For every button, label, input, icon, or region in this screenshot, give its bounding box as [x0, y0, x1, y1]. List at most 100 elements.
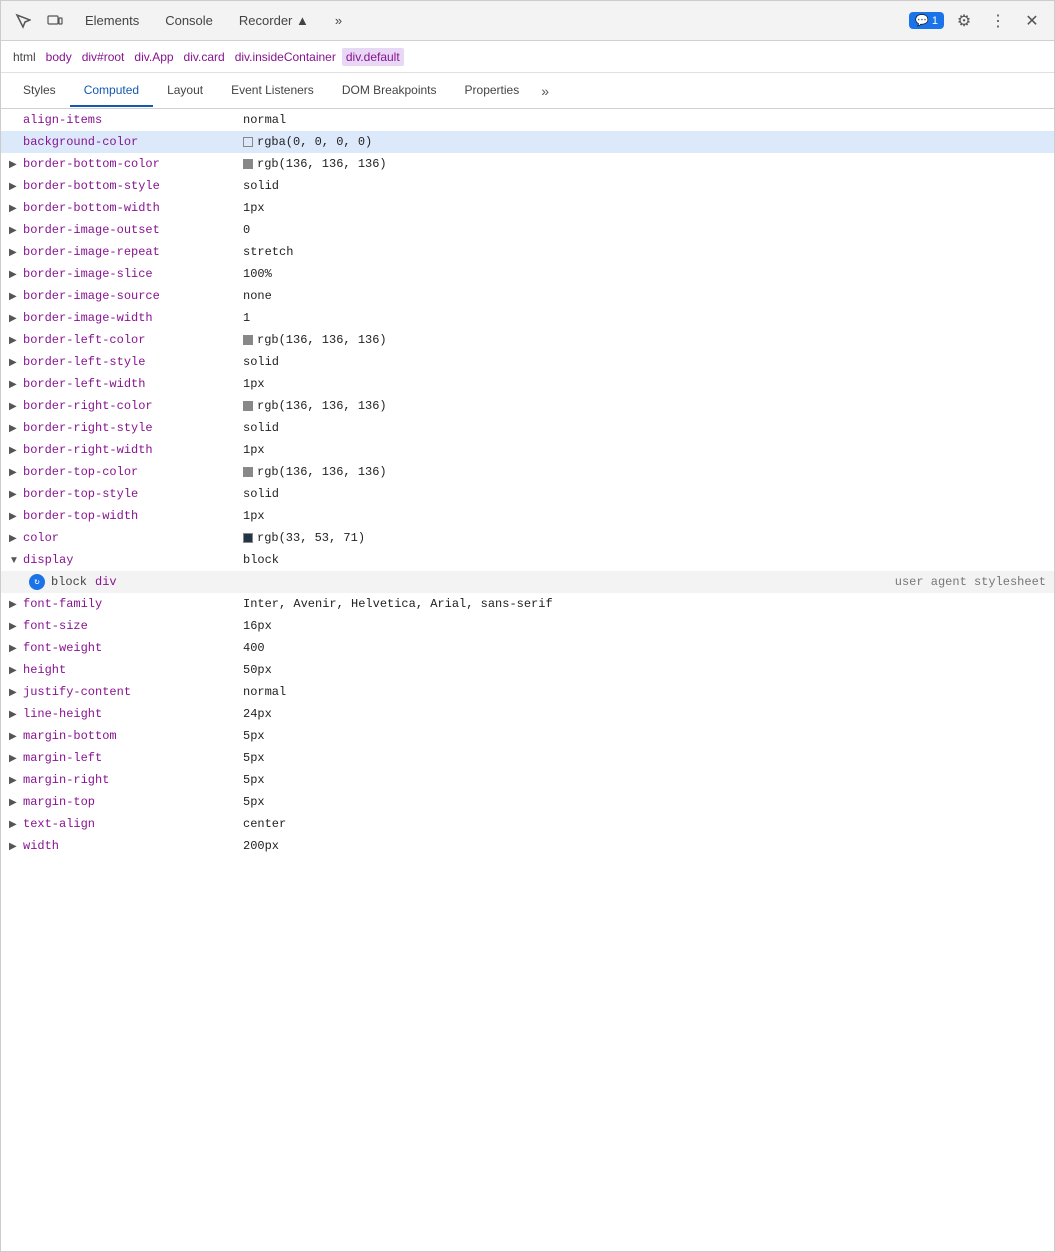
tab-console[interactable]: Console — [153, 9, 225, 32]
property-name: font-family — [23, 597, 243, 611]
expanded-tag: div — [95, 575, 117, 589]
property-row[interactable]: ▶border-right-stylesolid — [1, 417, 1054, 439]
property-row[interactable]: ▶border-left-colorrgb(136, 136, 136) — [1, 329, 1054, 351]
property-row[interactable]: ▶line-height24px — [1, 703, 1054, 725]
expand-arrow-icon: ▶ — [9, 753, 23, 764]
property-value: rgb(136, 136, 136) — [243, 157, 387, 171]
property-row[interactable]: ▶font-size16px — [1, 615, 1054, 637]
property-name: margin-top — [23, 795, 243, 809]
color-swatch — [243, 467, 253, 477]
tab-elements[interactable]: Elements — [73, 9, 151, 32]
property-name: font-size — [23, 619, 243, 633]
property-name: margin-bottom — [23, 729, 243, 743]
expand-arrow-icon: ▼ — [9, 555, 23, 566]
expand-arrow-icon: ▶ — [9, 775, 23, 786]
property-name: border-bottom-color — [23, 157, 243, 171]
property-value: rgba(0, 0, 0, 0) — [243, 135, 372, 149]
property-row[interactable]: ▶font-familyInter, Avenir, Helvetica, Ar… — [1, 593, 1054, 615]
breadcrumb-body[interactable]: body — [42, 48, 76, 66]
property-name: margin-left — [23, 751, 243, 765]
color-swatch — [243, 137, 253, 147]
property-row[interactable]: ▶text-aligncenter — [1, 813, 1054, 835]
breadcrumb-html[interactable]: html — [9, 48, 40, 66]
settings-icon[interactable]: ⚙ — [950, 7, 978, 35]
subtabs-bar: Styles Computed Layout Event Listeners D… — [1, 73, 1054, 109]
subtab-event-listeners[interactable]: Event Listeners — [217, 75, 328, 107]
property-row[interactable]: ▶border-right-colorrgb(136, 136, 136) — [1, 395, 1054, 417]
tab-recorder[interactable]: Recorder ▲ — [227, 9, 321, 32]
property-row[interactable]: ▶border-right-width1px — [1, 439, 1054, 461]
property-row[interactable]: ▶border-bottom-colorrgb(136, 136, 136) — [1, 153, 1054, 175]
subtab-styles[interactable]: Styles — [9, 75, 70, 107]
property-row[interactable]: ▶border-bottom-width1px — [1, 197, 1054, 219]
property-row[interactable]: ▶margin-bottom5px — [1, 725, 1054, 747]
property-value: 1px — [243, 443, 265, 457]
property-row[interactable]: ▶border-top-colorrgb(136, 136, 136) — [1, 461, 1054, 483]
breadcrumb: html body div#root div.App div.card div.… — [1, 41, 1054, 73]
property-row[interactable]: background-colorrgba(0, 0, 0, 0) — [1, 131, 1054, 153]
devtools-window: Elements Console Recorder ▲ » 💬 1 ⚙ ⋮ ✕ … — [0, 0, 1055, 1252]
inspect-icon[interactable] — [9, 7, 37, 35]
notification-badge[interactable]: 💬 1 — [909, 12, 944, 29]
property-row[interactable]: ▶border-top-stylesolid — [1, 483, 1054, 505]
property-name: border-right-color — [23, 399, 243, 413]
property-row[interactable]: ▶width200px — [1, 835, 1054, 857]
property-row[interactable]: ▶border-top-width1px — [1, 505, 1054, 527]
property-value: rgb(33, 53, 71) — [243, 531, 365, 545]
property-row[interactable]: ▶border-image-sourcenone — [1, 285, 1054, 307]
expand-arrow-icon: ▶ — [9, 819, 23, 830]
subtab-computed[interactable]: Computed — [70, 75, 153, 107]
property-row[interactable]: ▼displayblock — [1, 549, 1054, 571]
property-name: border-image-width — [23, 311, 243, 325]
property-name: text-align — [23, 817, 243, 831]
subtab-properties[interactable]: Properties — [451, 75, 534, 107]
property-row[interactable]: ▶border-image-repeatstretch — [1, 241, 1054, 263]
device-toggle-icon[interactable] — [41, 7, 69, 35]
breadcrumb-inside-container[interactable]: div.insideContainer — [231, 48, 340, 66]
property-row[interactable]: ▶justify-contentnormal — [1, 681, 1054, 703]
property-name: align-items — [23, 113, 243, 127]
tab-more[interactable]: » — [323, 9, 354, 32]
property-row[interactable]: align-itemsnormal — [1, 109, 1054, 131]
property-row[interactable]: ▶font-weight400 — [1, 637, 1054, 659]
breadcrumb-default[interactable]: div.default — [342, 48, 404, 66]
property-value: solid — [243, 179, 279, 193]
subtab-layout[interactable]: Layout — [153, 75, 217, 107]
property-row[interactable]: ▶border-image-slice100% — [1, 263, 1054, 285]
subtab-more[interactable]: » — [533, 79, 557, 103]
color-swatch — [243, 335, 253, 345]
property-name: font-weight — [23, 641, 243, 655]
expand-arrow-icon: ▶ — [9, 401, 23, 412]
property-row[interactable]: ▶colorrgb(33, 53, 71) — [1, 527, 1054, 549]
color-swatch — [243, 159, 253, 169]
property-name: width — [23, 839, 243, 853]
subtab-dom-breakpoints[interactable]: DOM Breakpoints — [328, 75, 451, 107]
property-name: border-left-width — [23, 377, 243, 391]
breadcrumb-app[interactable]: div.App — [130, 48, 177, 66]
expand-arrow-icon: ▶ — [9, 247, 23, 258]
more-options-icon[interactable]: ⋮ — [984, 7, 1012, 35]
property-value: normal — [243, 113, 286, 127]
breadcrumb-card[interactable]: div.card — [180, 48, 229, 66]
property-value: stretch — [243, 245, 293, 259]
expand-arrow-icon: ▶ — [9, 269, 23, 280]
property-row[interactable]: ▶margin-right5px — [1, 769, 1054, 791]
property-row[interactable]: ▶border-image-outset0 — [1, 219, 1054, 241]
property-row[interactable]: ▶border-bottom-stylesolid — [1, 175, 1054, 197]
expanded-source: user agent stylesheet — [895, 575, 1046, 589]
expand-arrow-icon: ▶ — [9, 313, 23, 324]
expand-arrow-icon: ▶ — [9, 445, 23, 456]
close-icon[interactable]: ✕ — [1018, 7, 1046, 35]
property-row[interactable]: ▶border-image-width1 — [1, 307, 1054, 329]
property-row[interactable]: ▶border-left-width1px — [1, 373, 1054, 395]
property-row[interactable]: ▶height50px — [1, 659, 1054, 681]
property-value: solid — [243, 355, 279, 369]
property-row[interactable]: ▶margin-left5px — [1, 747, 1054, 769]
breadcrumb-root[interactable]: div#root — [78, 48, 129, 66]
property-row[interactable]: ▶border-left-stylesolid — [1, 351, 1054, 373]
property-row[interactable]: ▶margin-top5px — [1, 791, 1054, 813]
property-name: justify-content — [23, 685, 243, 699]
property-value: 1px — [243, 377, 265, 391]
expand-arrow-icon: ▶ — [9, 203, 23, 214]
toolbar: Elements Console Recorder ▲ » 💬 1 ⚙ ⋮ ✕ — [1, 1, 1054, 41]
